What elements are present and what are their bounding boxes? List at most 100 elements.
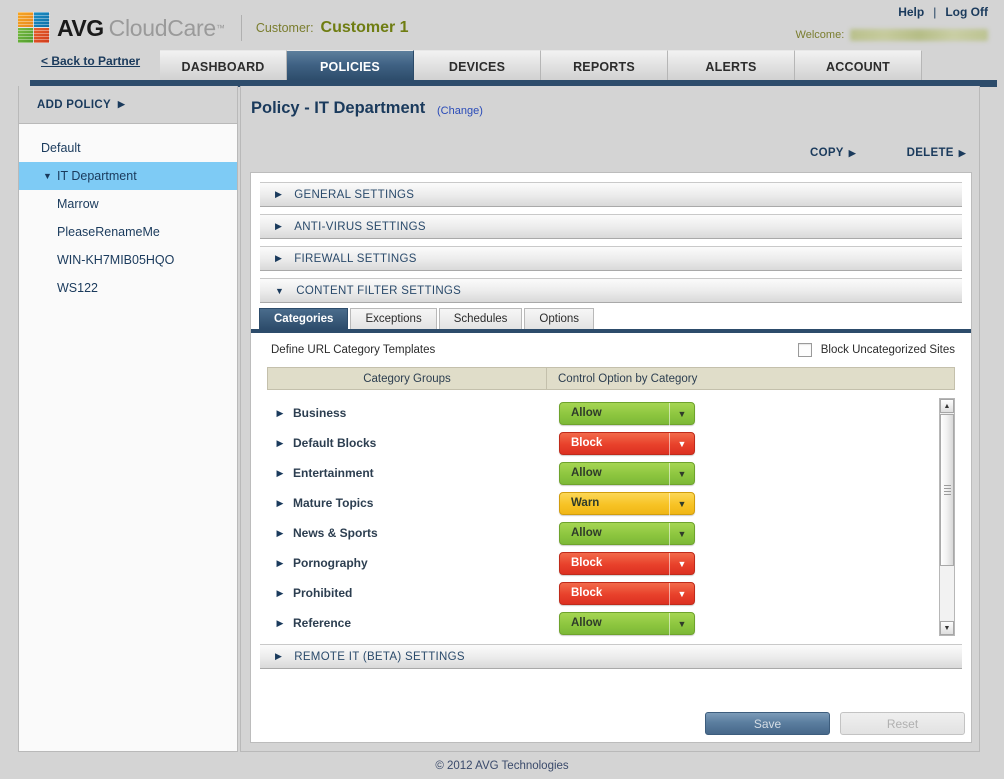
nav-tab-policies[interactable]: POLICIES	[287, 50, 414, 82]
help-link[interactable]: Help	[898, 5, 924, 19]
policy-header: Policy - IT Department (Change) COPY ▶ DE…	[241, 86, 979, 172]
customer-label: Customer:	[255, 21, 314, 35]
arrow-right-icon: ▶	[275, 221, 283, 231]
nav-tab-alerts[interactable]: ALERTS	[668, 50, 795, 82]
table-row[interactable]: ▶ Prohibited Block ▼	[267, 578, 955, 608]
page-title: Policy - IT Department	[251, 99, 426, 117]
section-label: REMOTE IT (BETA) SETTINGS	[294, 650, 465, 663]
chevron-down-icon: ▼	[669, 462, 694, 486]
logo-text-avg: AVG	[57, 14, 104, 41]
logoff-link[interactable]: Log Off	[945, 5, 988, 19]
delete-label: DELETE	[906, 147, 954, 159]
table-row[interactable]: ▶ News & Sports Allow ▼	[267, 518, 955, 548]
add-policy-button[interactable]: ADD POLICY ▶	[19, 86, 237, 124]
expand-row-icon[interactable]: ▶	[267, 468, 293, 479]
back-to-partner-link[interactable]: < Back to Partner	[41, 54, 140, 68]
nav-tab-dashboard[interactable]: DASHBOARD	[160, 50, 287, 82]
welcome-user-email: redacted.address@avg.com	[850, 29, 988, 41]
link-separator: |	[933, 5, 937, 19]
arrow-right-icon: ▶	[958, 148, 966, 158]
nav-tab-devices[interactable]: DEVICES	[414, 50, 541, 82]
table-row[interactable]: ▶ Reference Allow ▼	[267, 608, 955, 638]
column-header-category-groups: Category Groups	[268, 368, 547, 389]
chevron-down-icon: ▼	[669, 402, 694, 426]
change-policy-link[interactable]: (Change)	[437, 105, 483, 117]
accordion-sections: ▶ GENERAL SETTINGS ▶ ANTI-VIRUS SETTINGS…	[251, 173, 971, 303]
table-row[interactable]: ▶ Entertainment Allow ▼	[267, 458, 955, 488]
welcome-row: Welcome: redacted.address@avg.com	[796, 29, 988, 41]
top-header-bar: AVG CloudCare ™ Customer: Customer 1 Hel…	[0, 0, 1004, 48]
scrollbar-thumb[interactable]	[940, 414, 954, 566]
tab-categories[interactable]: Categories	[259, 308, 349, 329]
control-dropdown-reference[interactable]: Allow ▼	[559, 611, 695, 636]
arrow-right-icon: ▶	[275, 253, 283, 263]
column-header-control-option: Control Option by Category	[547, 368, 954, 389]
arrow-right-icon: ▶	[848, 148, 856, 158]
table-row[interactable]: ▶ Pornography Block ▼	[267, 548, 955, 578]
table-row[interactable]: ▶ Business Allow ▼	[267, 398, 955, 428]
top-links: Help | Log Off	[898, 5, 988, 19]
brand-logo: AVG CloudCare ™ Customer: Customer 1	[18, 12, 409, 44]
policy-sidebar: ADD POLICY ▶ Default ▼ IT Department Mar…	[18, 86, 238, 752]
copy-policy-button[interactable]: COPY ▶	[810, 147, 856, 159]
sidebar-item-default[interactable]: Default	[19, 134, 237, 162]
control-dropdown-pornography[interactable]: Block ▼	[559, 551, 695, 576]
chevron-down-icon: ▼	[669, 582, 694, 606]
save-button[interactable]: Save	[705, 712, 830, 735]
expand-row-icon[interactable]: ▶	[267, 558, 293, 569]
block-uncategorized-checkbox[interactable]: Block Uncategorized Sites	[797, 343, 955, 357]
section-firewall-settings[interactable]: ▶ FIREWALL SETTINGS	[260, 246, 962, 271]
control-dropdown-business[interactable]: Allow ▼	[559, 401, 695, 426]
sidebar-item-ws122[interactable]: WS122	[19, 274, 237, 302]
nav-tab-reports[interactable]: REPORTS	[541, 50, 668, 82]
expand-row-icon[interactable]: ▶	[267, 498, 293, 509]
scroll-up-icon[interactable]: ▲	[940, 399, 954, 413]
chevron-down-icon: ▼	[669, 492, 694, 516]
sidebar-item-win-kh7mib05hqo[interactable]: WIN-KH7MIB05HQO	[19, 246, 237, 274]
app-window: AVG CloudCare ™ Customer: Customer 1 Hel…	[0, 0, 1004, 779]
expand-row-icon[interactable]: ▶	[267, 408, 293, 419]
section-remote-it-beta-settings[interactable]: ▶ REMOTE IT (BETA) SETTINGS	[260, 644, 962, 669]
define-templates-label: Define URL Category Templates	[271, 344, 436, 356]
chevron-down-icon: ▼	[275, 285, 285, 296]
expand-row-icon[interactable]: ▶	[267, 618, 293, 629]
section-anti-virus-settings[interactable]: ▶ ANTI-VIRUS SETTINGS	[260, 214, 962, 239]
expand-row-icon[interactable]: ▶	[267, 528, 293, 539]
control-dropdown-mature-topics[interactable]: Warn ▼	[559, 491, 695, 516]
table-row[interactable]: ▶ Mature Topics Warn ▼	[267, 488, 955, 518]
control-dropdown-prohibited[interactable]: Block ▼	[559, 581, 695, 606]
copyright-text: © 2012 AVG Technologies	[435, 759, 569, 772]
customer-name: Customer 1	[320, 19, 409, 36]
tab-schedules[interactable]: Schedules	[438, 308, 523, 329]
scrollbar-track[interactable]	[940, 414, 954, 620]
delete-policy-button[interactable]: DELETE ▶	[907, 147, 966, 159]
sidebar-item-pleaserenameme[interactable]: PleaseRenameMe	[19, 218, 237, 246]
reset-button[interactable]: Reset	[840, 712, 965, 735]
tab-exceptions[interactable]: Exceptions	[350, 308, 437, 329]
welcome-label: Welcome:	[795, 29, 845, 41]
arrow-right-icon: ▶	[275, 189, 283, 199]
scroll-down-icon[interactable]: ▼	[940, 621, 954, 635]
checkbox-box[interactable]	[797, 343, 812, 357]
policy-item-label: WIN-KH7MIB05HQO	[57, 253, 175, 267]
add-policy-label: ADD POLICY	[37, 98, 111, 111]
sidebar-item-marrow[interactable]: Marrow	[19, 190, 237, 218]
chevron-down-icon: ▼	[669, 522, 694, 546]
nav-tab-account[interactable]: ACCOUNT	[795, 50, 922, 82]
control-dropdown-entertainment[interactable]: Allow ▼	[559, 461, 695, 486]
control-dropdown-default-blocks[interactable]: Block ▼	[559, 431, 695, 456]
main-navigation-tabs: DASHBOARD POLICIES DEVICES REPORTS ALERT…	[160, 50, 922, 82]
policy-item-label: PleaseRenameMe	[57, 225, 160, 239]
section-general-settings[interactable]: ▶ GENERAL SETTINGS	[260, 182, 962, 207]
dropdown-value: Allow	[571, 407, 602, 419]
section-content-filter-settings[interactable]: ▼ CONTENT FILTER SETTINGS	[260, 278, 962, 303]
expand-row-icon[interactable]: ▶	[267, 438, 293, 449]
trademark-symbol: ™	[215, 23, 225, 33]
table-row[interactable]: ▶ Default Blocks Block ▼	[267, 428, 955, 458]
expand-row-icon[interactable]: ▶	[267, 588, 293, 599]
category-list-scrollbar[interactable]: ▲ ▼	[939, 398, 955, 636]
sidebar-item-it-department[interactable]: ▼ IT Department	[19, 162, 237, 190]
control-dropdown-news-sports[interactable]: Allow ▼	[559, 521, 695, 546]
checkbox-label: Block Uncategorized Sites	[820, 344, 955, 356]
tab-options[interactable]: Options	[524, 308, 595, 329]
